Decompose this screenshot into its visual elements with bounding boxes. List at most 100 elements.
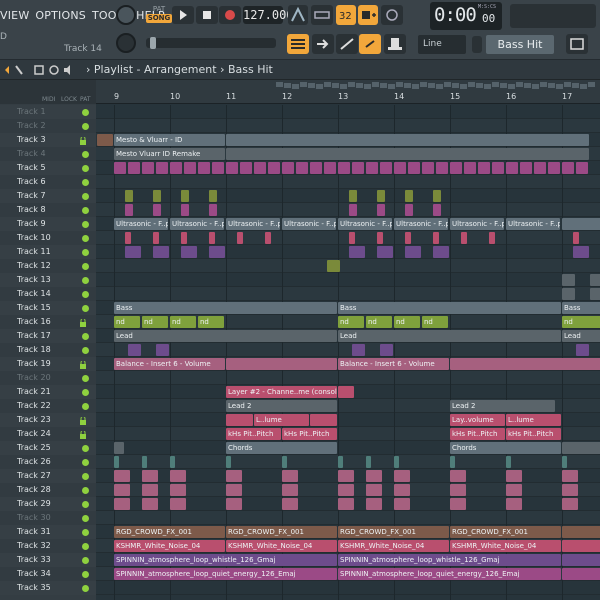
track-header[interactable]: Track 29 bbox=[0, 497, 96, 511]
pattern-clip[interactable] bbox=[170, 456, 175, 468]
pattern-clip[interactable] bbox=[282, 162, 294, 174]
pattern-clip[interactable] bbox=[366, 162, 378, 174]
pattern-clip[interactable]: SPINNIN_atmosphere_loop_quiet_energy_126… bbox=[338, 568, 561, 580]
pattern-clip[interactable] bbox=[377, 246, 393, 258]
pattern-clip[interactable]: Balance - Insert 6 - Volume bbox=[114, 358, 225, 370]
pattern-clip[interactable] bbox=[433, 246, 449, 258]
mute-led[interactable] bbox=[82, 165, 89, 172]
track-header[interactable]: Track 12 bbox=[0, 259, 96, 273]
track-lane[interactable] bbox=[96, 581, 600, 595]
pattern-clip[interactable] bbox=[226, 162, 238, 174]
pattern-clip[interactable] bbox=[436, 162, 448, 174]
pattern-clip[interactable]: L..lume bbox=[254, 414, 309, 426]
track-header[interactable]: Track 25 bbox=[0, 441, 96, 455]
pattern-clip[interactable] bbox=[226, 414, 253, 426]
pattern-clip[interactable] bbox=[181, 246, 197, 258]
pattern-clip[interactable] bbox=[338, 456, 343, 468]
track-header[interactable]: Track 16 bbox=[0, 315, 96, 329]
pattern-clip[interactable] bbox=[128, 344, 141, 356]
pattern-clip[interactable] bbox=[181, 232, 187, 244]
main-pitch-slider[interactable] bbox=[146, 37, 276, 49]
pattern-clip[interactable] bbox=[170, 498, 186, 510]
mute-led[interactable] bbox=[82, 375, 89, 382]
mute-led[interactable] bbox=[82, 557, 89, 564]
pattern-clip[interactable]: Mesto & Vluarr - ID bbox=[114, 134, 225, 146]
pattern-clip[interactable]: nd bbox=[170, 316, 196, 328]
pattern-clip[interactable]: nd bbox=[338, 316, 364, 328]
pattern-clip[interactable] bbox=[254, 162, 266, 174]
lock-icon[interactable] bbox=[80, 416, 86, 425]
pattern-clip[interactable] bbox=[573, 246, 589, 258]
pattern-clip[interactable] bbox=[450, 162, 462, 174]
pattern-clip[interactable] bbox=[209, 204, 217, 216]
pattern-clip[interactable] bbox=[338, 498, 354, 510]
pattern-clip[interactable]: Lead 2 bbox=[226, 400, 337, 412]
pattern-clip[interactable] bbox=[226, 358, 337, 370]
pattern-clip[interactable] bbox=[170, 162, 182, 174]
mute-led[interactable] bbox=[82, 571, 89, 578]
pattern-clip[interactable]: nd bbox=[366, 316, 392, 328]
loop-record-button[interactable] bbox=[381, 5, 403, 25]
track-header[interactable]: Track 18 bbox=[0, 343, 96, 357]
mute-led[interactable] bbox=[82, 347, 89, 354]
pattern-clip[interactable] bbox=[142, 484, 158, 496]
pattern-clip[interactable] bbox=[125, 232, 131, 244]
snap-selector[interactable]: Line bbox=[418, 35, 466, 54]
pattern-clip[interactable] bbox=[268, 162, 280, 174]
track-lane[interactable] bbox=[96, 105, 600, 119]
pat-song-toggle[interactable]: PAT SONG bbox=[146, 5, 172, 25]
main-volume-knob[interactable] bbox=[116, 33, 136, 53]
pattern-clip[interactable] bbox=[352, 162, 364, 174]
mute-led[interactable] bbox=[82, 277, 89, 284]
pattern-clip[interactable]: nd bbox=[142, 316, 168, 328]
pattern-clip[interactable]: Ultrasonic - F..p 3 - 128 BPM bbox=[170, 218, 224, 230]
time-display[interactable]: 0:00 M:S:CS 00 bbox=[430, 2, 502, 30]
pattern-clip[interactable]: RGD_CROWD_FX_001 bbox=[450, 526, 561, 538]
pattern-clip[interactable] bbox=[349, 204, 357, 216]
pattern-clip[interactable] bbox=[326, 260, 340, 272]
pattern-clip[interactable] bbox=[450, 470, 466, 482]
pattern-clip[interactable] bbox=[394, 162, 406, 174]
track-lane[interactable] bbox=[96, 245, 600, 259]
pattern-clip[interactable] bbox=[562, 288, 575, 300]
mute-led[interactable] bbox=[82, 123, 89, 130]
track-header[interactable]: Track 17 bbox=[0, 329, 96, 343]
track-header[interactable]: Track 7 bbox=[0, 189, 96, 203]
pattern-clip[interactable] bbox=[212, 162, 224, 174]
mute-led[interactable] bbox=[82, 333, 89, 340]
track-header[interactable]: Track 13 bbox=[0, 273, 96, 287]
pattern-clip[interactable] bbox=[576, 162, 588, 174]
menu-options[interactable]: OPTIONS bbox=[35, 9, 86, 22]
pattern-clip[interactable] bbox=[506, 162, 518, 174]
pattern-clip[interactable] bbox=[209, 190, 217, 202]
pattern-clip[interactable] bbox=[142, 456, 147, 468]
track-lane[interactable] bbox=[96, 259, 600, 273]
mute-led[interactable] bbox=[82, 109, 89, 116]
pattern-clip[interactable] bbox=[506, 470, 522, 482]
pattern-clip[interactable] bbox=[237, 232, 243, 244]
pattern-clip[interactable] bbox=[97, 134, 113, 146]
metronome-button[interactable] bbox=[288, 5, 308, 25]
play-button[interactable] bbox=[172, 6, 194, 24]
pattern-clip[interactable] bbox=[506, 498, 522, 510]
pattern-clip[interactable]: nd bbox=[198, 316, 224, 328]
pattern-clip[interactable]: Ultrasonic - F..p 3 - 128 BPM bbox=[450, 218, 504, 230]
track-lane[interactable] bbox=[96, 343, 600, 357]
pattern-clip[interactable]: Lay..volume bbox=[450, 414, 505, 426]
pattern-clip[interactable]: Lead bbox=[114, 330, 337, 342]
track-header[interactable]: Track 1 bbox=[0, 105, 96, 119]
pattern-clip[interactable] bbox=[338, 484, 354, 496]
track-header[interactable]: Track 3 bbox=[0, 133, 96, 147]
pattern-clip[interactable]: SPINNIN_atmosphere_loop_whistle_126_Gmaj bbox=[114, 554, 337, 566]
pattern-clip[interactable] bbox=[282, 484, 298, 496]
pattern-clip[interactable] bbox=[156, 344, 169, 356]
track-header[interactable]: Track 35 bbox=[0, 581, 96, 595]
pattern-clip[interactable] bbox=[366, 484, 382, 496]
pattern-clip[interactable] bbox=[114, 484, 130, 496]
lock-icon[interactable] bbox=[80, 318, 86, 327]
pattern-clip[interactable] bbox=[349, 190, 357, 202]
pattern-clip[interactable] bbox=[114, 442, 125, 454]
pattern-clip[interactable]: Balance - Insert 6 - Volume bbox=[338, 358, 449, 370]
pattern-clip[interactable] bbox=[181, 190, 189, 202]
mute-led[interactable] bbox=[82, 305, 89, 312]
